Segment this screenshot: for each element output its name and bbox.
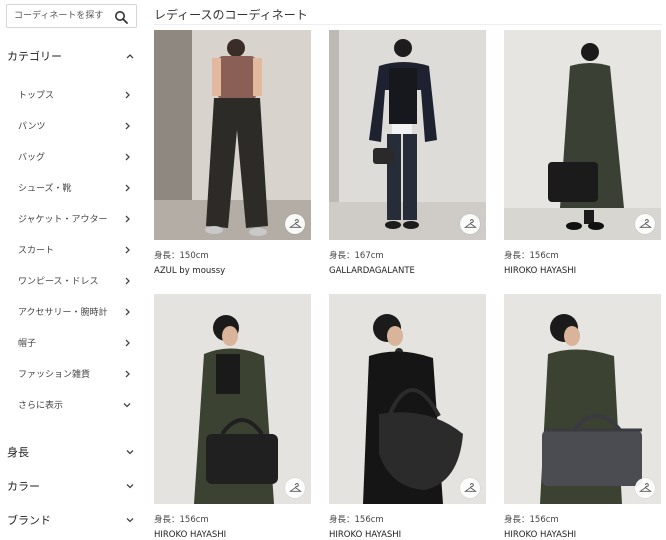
model-height: 身長：156cm (154, 515, 209, 525)
page-title: レディースのコーディネート (154, 8, 308, 22)
category-item-label: アクセサリー・腕時計 (18, 308, 108, 318)
coordinate-photo[interactable] (504, 294, 661, 504)
chevron-right-icon (125, 246, 130, 253)
show-more-label: さらに表示 (18, 401, 64, 411)
brand-name[interactable]: HIROKO HAYASHI (329, 530, 486, 540)
category-item-bags[interactable]: バッグ (0, 141, 142, 172)
hanger-icon (463, 482, 477, 492)
hanger-icon (288, 218, 302, 228)
model-height: 身長：156cm (329, 515, 384, 525)
category-item-hats[interactable]: 帽子 (0, 327, 142, 358)
category-item-label: ワンピース・ドレス (18, 277, 99, 287)
category-item-jackets[interactable]: ジャケット・アウター (0, 203, 142, 234)
outfit-photo-image (329, 294, 486, 504)
category-label: カテゴリー (7, 50, 62, 63)
category-item-tops[interactable]: トップス (0, 79, 142, 110)
chevron-right-icon (125, 184, 130, 191)
category-item-goods[interactable]: ファッション雑貨 (0, 358, 142, 389)
chevron-right-icon (125, 153, 130, 160)
hanger-button[interactable] (635, 478, 655, 498)
brand-name[interactable]: HIROKO HAYASHI (154, 530, 311, 540)
category-item-label: バッグ (18, 153, 46, 163)
coordinate-card[interactable]: 身長：156cm HIROKO HAYASHI (154, 294, 311, 540)
outfit-photo-image (154, 294, 311, 504)
model-height: 身長：150cm (154, 251, 209, 261)
search-box (6, 4, 137, 28)
chevron-right-icon (125, 370, 130, 377)
outfit-photo-image (504, 30, 661, 240)
category-item-label: 帽子 (18, 339, 37, 349)
chevron-right-icon (125, 91, 130, 98)
hanger-button[interactable] (285, 214, 305, 234)
coordinate-card[interactable]: 身長：156cm HIROKO HAYASHI (504, 294, 661, 540)
filter-height[interactable]: 身長 (7, 442, 135, 462)
show-more-button[interactable]: さらに表示 (0, 389, 142, 420)
brand-name[interactable]: HIROKO HAYASHI (504, 266, 661, 276)
chevron-right-icon (125, 215, 130, 222)
chevron-right-icon (125, 339, 130, 346)
chevron-right-icon (125, 277, 130, 284)
filter-label: カラー (7, 480, 40, 493)
coordinate-photo[interactable] (504, 30, 661, 240)
coordinate-photo[interactable] (154, 30, 311, 240)
outfit-photo-image (504, 294, 661, 504)
outfit-photo-image (329, 30, 486, 240)
filter-label: 身長 (7, 446, 29, 459)
chevron-down-icon (126, 484, 134, 489)
model-height: 身長：156cm (504, 251, 559, 261)
category-item-label: パンツ (18, 122, 46, 132)
category-item-label: スカート (18, 246, 55, 256)
category-toggle[interactable]: カテゴリー (7, 46, 135, 66)
chevron-down-icon (126, 450, 134, 455)
coordinate-card[interactable]: 身長：150cm AZUL by moussy (154, 30, 311, 276)
hanger-button[interactable] (460, 478, 480, 498)
chevron-down-icon (126, 518, 134, 523)
outfit-photo-image (154, 30, 311, 240)
hanger-icon (288, 482, 302, 492)
search-icon[interactable] (114, 10, 128, 24)
hanger-icon (463, 218, 477, 228)
category-item-accessories[interactable]: アクセサリー・腕時計 (0, 296, 142, 327)
filter-color[interactable]: カラー (7, 476, 135, 496)
brand-name[interactable]: HIROKO HAYASHI (504, 530, 661, 540)
main-content: レディースのコーディネート 身長：150cm AZUL by moussy 身長… (154, 0, 666, 540)
search-input[interactable] (14, 6, 118, 26)
hanger-icon (638, 482, 652, 492)
hanger-button[interactable] (460, 214, 480, 234)
filter-label: ブランド (7, 514, 51, 527)
coordinate-photo[interactable] (329, 30, 486, 240)
filter-brand[interactable]: ブランド (7, 510, 135, 530)
category-item-label: ファッション雑貨 (18, 370, 91, 380)
chevron-right-icon (125, 308, 130, 315)
model-height: 身長：167cm (329, 251, 384, 261)
sidebar: カテゴリー トップス パンツ バッグ シューズ・靴 ジャケット・アウター スカー… (0, 0, 142, 540)
category-item-label: シューズ・靴 (18, 184, 72, 194)
category-item-skirts[interactable]: スカート (0, 234, 142, 265)
coordinate-card[interactable]: 身長：167cm GALLARDAGALANTE (329, 30, 486, 276)
coordinate-card[interactable]: 身長：156cm HIROKO HAYASHI (329, 294, 486, 540)
hanger-button[interactable] (635, 214, 655, 234)
brand-name[interactable]: GALLARDAGALANTE (329, 266, 486, 276)
model-height: 身長：156cm (504, 515, 559, 525)
category-item-pants[interactable]: パンツ (0, 110, 142, 141)
chevron-down-icon (123, 402, 131, 407)
coordinate-photo[interactable] (329, 294, 486, 504)
category-list: トップス パンツ バッグ シューズ・靴 ジャケット・アウター スカート ワンピー… (0, 79, 142, 420)
chevron-up-icon (126, 54, 134, 59)
category-item-label: ジャケット・アウター (18, 215, 108, 225)
category-item-shoes[interactable]: シューズ・靴 (0, 172, 142, 203)
chevron-right-icon (125, 122, 130, 129)
divider (154, 24, 662, 25)
coordinate-card[interactable]: 身長：156cm HIROKO HAYASHI (504, 30, 661, 276)
category-item-dresses[interactable]: ワンピース・ドレス (0, 265, 142, 296)
coordinate-photo[interactable] (154, 294, 311, 504)
hanger-icon (638, 218, 652, 228)
category-item-label: トップス (18, 91, 55, 101)
brand-name[interactable]: AZUL by moussy (154, 266, 311, 276)
hanger-button[interactable] (285, 478, 305, 498)
